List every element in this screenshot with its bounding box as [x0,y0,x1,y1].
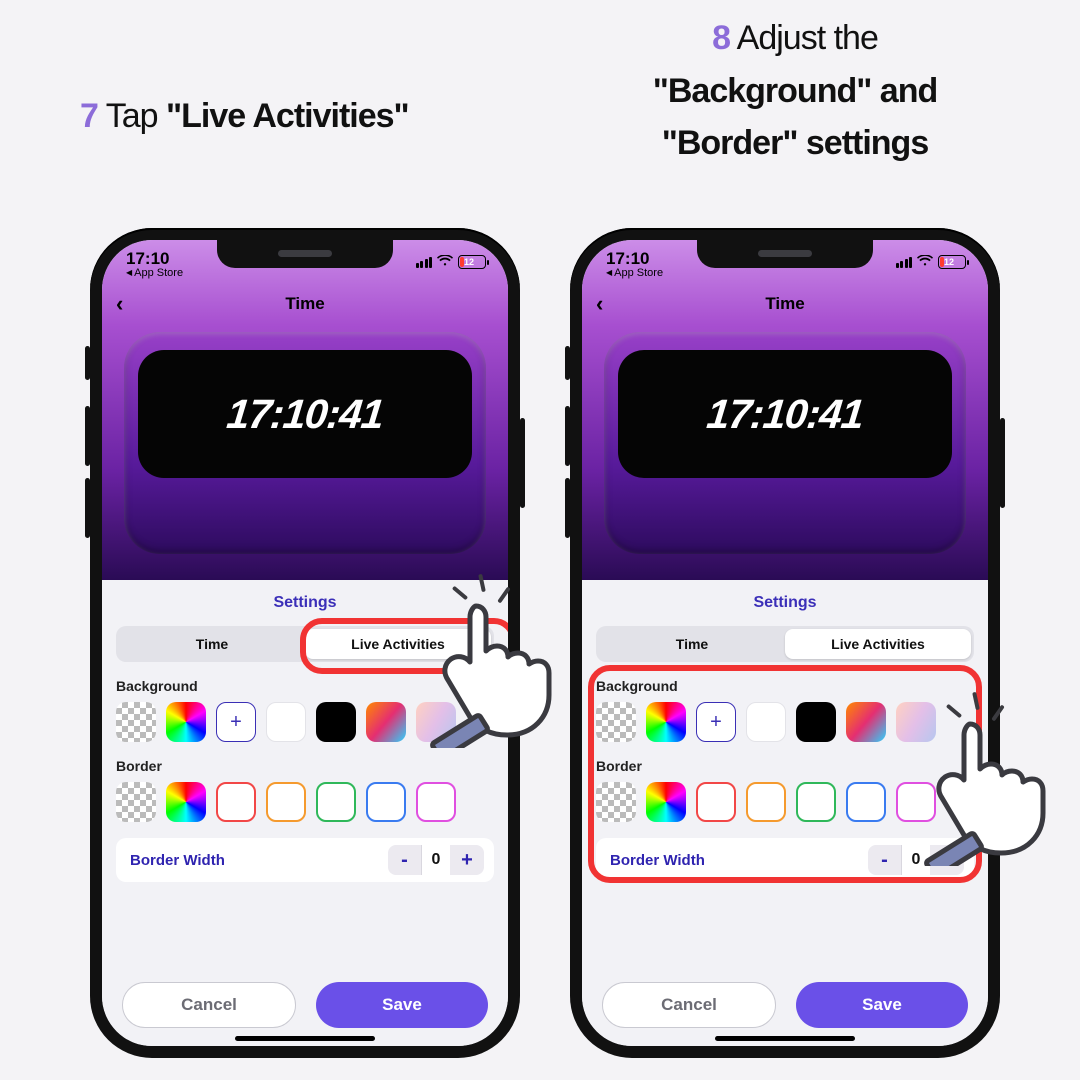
swatch-magenta[interactable] [896,782,936,822]
stepper-minus[interactable]: - [388,845,422,875]
border-width-label: Border Width [130,852,225,869]
widget-preview: 17:10:41 [124,332,486,554]
stepper-plus[interactable]: + [930,845,964,875]
border-label: Border [116,758,494,774]
swatch-color-picker[interactable] [646,782,686,822]
swatch-image-2[interactable] [416,702,456,742]
cancel-button[interactable]: Cancel [602,982,776,1028]
back-to-app-store[interactable]: App Store [126,268,183,280]
swatch-add[interactable]: + [216,702,256,742]
swatch-white[interactable] [746,702,786,742]
phone-mockup-right: 17:10 App Store 12 ‹ Time [570,228,1000,1058]
caption-step-7: 7 Tap "Live Activities" [80,90,409,143]
swatch-blue[interactable] [366,782,406,822]
border-label: Border [596,758,974,774]
phone-notch [697,240,873,268]
signal-icon [896,257,913,268]
widget-time: 17:10:41 [704,391,865,438]
save-button[interactable]: Save [316,982,488,1028]
back-to-app-store[interactable]: App Store [606,268,663,280]
swatch-image-2[interactable] [896,702,936,742]
phone-notch [217,240,393,268]
tab-live-activities[interactable]: Live Activities [305,629,491,659]
cancel-button[interactable]: Cancel [122,982,296,1028]
swatch-orange[interactable] [746,782,786,822]
widget-preview: 17:10:41 [604,332,966,554]
bottom-bar: Cancel Save [102,982,508,1028]
settings-heading: Settings [582,580,988,626]
swatch-transparent[interactable] [116,702,156,742]
tab-time[interactable]: Time [119,629,305,659]
swatch-color-picker[interactable] [166,702,206,742]
swatch-red[interactable] [216,782,256,822]
step-number: 8 [712,19,730,57]
border-width-stepper: - 0 + [388,845,484,875]
stepper-plus[interactable]: + [450,845,484,875]
nav-bar: ‹ Time [102,289,508,319]
battery-icon: 12 [938,255,966,269]
tab-live-activities[interactable]: Live Activities [785,629,971,659]
swatch-white[interactable] [266,702,306,742]
swatch-red[interactable] [696,782,736,822]
background-label: Background [596,678,974,694]
swatch-color-picker[interactable] [646,702,686,742]
border-width-row: Border Width - 0 + [116,838,494,882]
signal-icon [416,257,433,268]
background-swatches: + [596,702,974,742]
swatch-color-picker[interactable] [166,782,206,822]
battery-icon: 12 [458,255,486,269]
swatch-transparent[interactable] [596,702,636,742]
segmented-control: Time Live Activities [116,626,494,662]
page-title: Time [765,294,804,314]
background-label: Background [116,678,494,694]
home-indicator [715,1036,855,1041]
step-number: 7 [80,97,98,135]
stepper-minus[interactable]: - [868,845,902,875]
save-button[interactable]: Save [796,982,968,1028]
swatch-image-1[interactable] [846,702,886,742]
caption-step-8: 8 Adjust the "Background" and "Border" s… [555,12,1035,170]
swatch-transparent[interactable] [116,782,156,822]
swatch-black[interactable] [316,702,356,742]
swatch-green[interactable] [796,782,836,822]
widget-time: 17:10:41 [224,391,385,438]
page-title: Time [285,294,324,314]
border-width-stepper: - 0 + [868,845,964,875]
swatch-blue[interactable] [846,782,886,822]
nav-bar: ‹ Time [582,289,988,319]
status-time: 17:10 [606,250,663,268]
stepper-value: 0 [422,851,450,869]
back-chevron-icon[interactable]: ‹ [116,291,123,317]
swatch-green[interactable] [316,782,356,822]
background-swatches: + [116,702,494,742]
swatch-black[interactable] [796,702,836,742]
border-swatches [116,782,494,822]
swatch-magenta[interactable] [416,782,456,822]
wifi-icon [437,255,453,269]
border-width-row: Border Width - 0 + [596,838,974,882]
wifi-icon [917,255,933,269]
segmented-control: Time Live Activities [596,626,974,662]
swatch-add[interactable]: + [696,702,736,742]
tab-time[interactable]: Time [599,629,785,659]
back-chevron-icon[interactable]: ‹ [596,291,603,317]
stepper-value: 0 [902,851,930,869]
border-width-label: Border Width [610,852,705,869]
home-indicator [235,1036,375,1041]
swatch-image-1[interactable] [366,702,406,742]
border-swatches [596,782,974,822]
settings-heading: Settings [102,580,508,626]
phone-mockup-left: 17:10 App Store 12 ‹ Time [90,228,520,1058]
bottom-bar: Cancel Save [582,982,988,1028]
status-time: 17:10 [126,250,183,268]
swatch-transparent[interactable] [596,782,636,822]
swatch-orange[interactable] [266,782,306,822]
